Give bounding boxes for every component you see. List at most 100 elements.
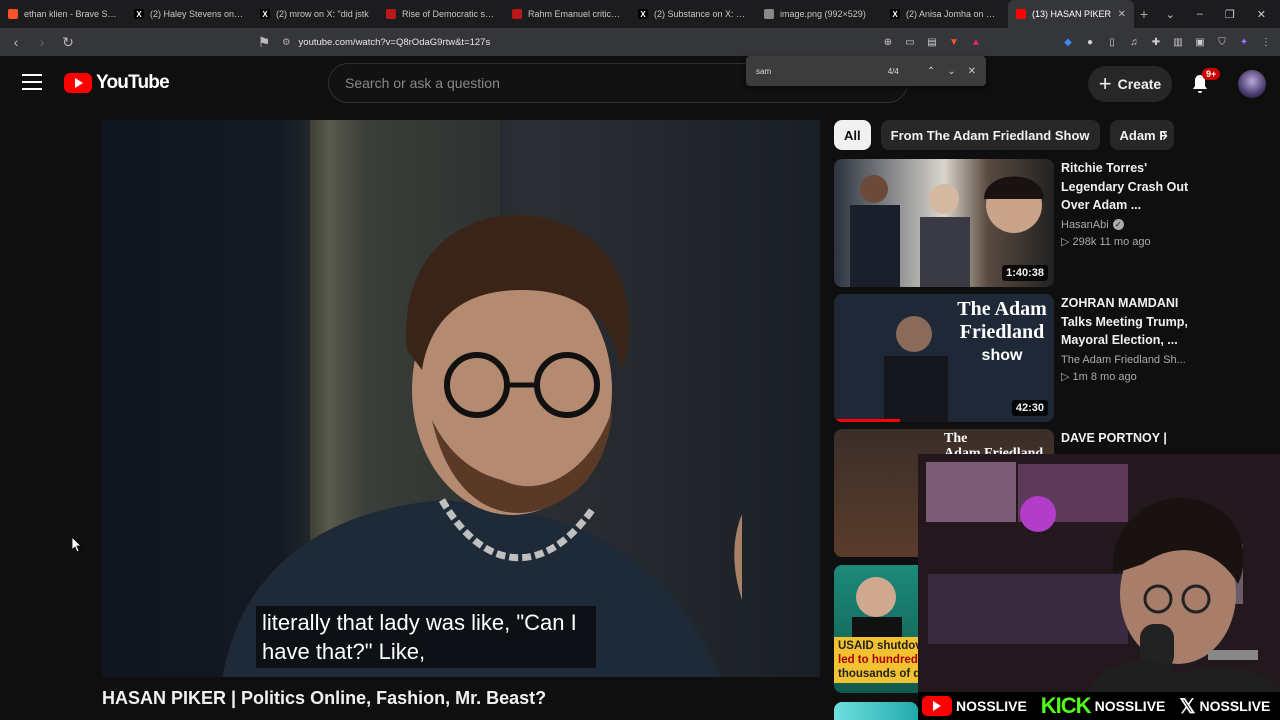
thumb-line-2: led to hundreds (838, 654, 924, 666)
find-close-icon[interactable]: ✕ (968, 66, 976, 77)
extensions-icon[interactable]: ✚ (1150, 36, 1162, 48)
video-player[interactable] (102, 120, 820, 677)
chip-from-channel[interactable]: From The Adam Friedland Show (880, 120, 1100, 150)
x-brand-icon: 𝕏 (1179, 695, 1196, 718)
back-icon[interactable]: ‹ (8, 34, 24, 50)
browser-tab[interactable]: X (2) Anisa Jomha on X: "O (882, 0, 1008, 28)
browser-tab[interactable]: X (2) Substance on X: "Dem (630, 0, 756, 28)
reader-mode-icon[interactable]: ▤ (926, 36, 938, 48)
duration-badge: 42:30 (1011, 400, 1048, 416)
forward-icon[interactable]: › (34, 34, 50, 50)
streamer-webcam-overlay: FUTURE (918, 454, 1280, 692)
recommendation-item[interactable]: 1:40:38 Ritchie Torres' Legendary Crash … (834, 159, 1194, 287)
zoom-icon[interactable]: ⊕ (882, 36, 894, 48)
sidebar-icon[interactable]: ▥ (1172, 36, 1184, 48)
browser-tab[interactable]: (13) HASAN PIKER ✕ (1008, 0, 1134, 28)
bookmark-icon[interactable]: ⚑ (256, 34, 272, 51)
chips-next-icon[interactable]: › (1152, 122, 1178, 148)
recommendation-info: DAVE PORTNOY | (1061, 429, 1196, 448)
tab-title: (13) HASAN PIKER (1032, 9, 1112, 19)
news-icon (512, 9, 522, 19)
vpn-icon[interactable]: ⛉ (1216, 36, 1228, 48)
tab-title: (2) mrow on X: "did jstk (276, 9, 369, 19)
recommendation-title[interactable]: Ritchie Torres' Legendary Crash Out Over… (1061, 159, 1196, 215)
globe-icon (764, 9, 774, 19)
tab-title: Rahm Emanuel criticizes f (528, 9, 622, 19)
tab-title: (2) Haley Stevens on X: "A (150, 9, 244, 19)
recommendation-info: Ritchie Torres' Legendary Crash Out Over… (1061, 159, 1196, 248)
tab-title: image.png (992×529) (780, 9, 866, 19)
browser-tab[interactable]: X (2) Haley Stevens on X: "A (126, 0, 252, 28)
verified-icon: ✓ (1112, 219, 1124, 230)
brave-shield-icon[interactable]: ▼ (948, 36, 960, 48)
next-recommendation-thumbnail[interactable] (834, 702, 918, 720)
close-window-icon[interactable]: ✕ (1257, 8, 1266, 21)
find-prev-icon[interactable]: ⌃ (927, 66, 935, 77)
minimize-icon[interactable]: – (1197, 8, 1203, 21)
recommendation-channel[interactable]: HasanAbi ✓ (1061, 219, 1196, 231)
x-handle: NOSSLIVE (1199, 698, 1271, 714)
plus-icon: + (1098, 71, 1112, 96)
wallet-icon[interactable]: ▣ (1194, 36, 1206, 48)
search-input[interactable] (345, 75, 745, 91)
chip-all[interactable]: All (834, 120, 871, 150)
browser-tab[interactable]: Rise of Democratic sociali (378, 0, 504, 28)
video-frame-person (222, 215, 742, 677)
address-bar: ‹ › ↻ ⚑ ⚙ youtube.com/watch?v=Q8rOdaG9rt… (0, 28, 1280, 56)
youtube-logo[interactable]: YouTube (64, 72, 170, 94)
create-label: Create (1117, 76, 1162, 92)
extension-icon-2[interactable]: ● (1084, 36, 1096, 48)
new-tab-button[interactable]: + (1134, 6, 1154, 22)
browser-tab[interactable]: image.png (992×529) (756, 0, 882, 28)
brave-rewards-icon[interactable]: ▲ (970, 36, 982, 48)
maximize-icon[interactable]: ❐ (1225, 8, 1235, 21)
find-count: 4/4 (887, 66, 899, 76)
leo-icon[interactable]: ✦ (1238, 36, 1250, 48)
recommendation-channel[interactable]: The Adam Friedland Sh... (1061, 354, 1196, 366)
account-avatar[interactable] (1238, 70, 1266, 98)
thumb-line-3: thousands of de (838, 668, 924, 680)
browser-tab[interactable]: ethan klien - Brave Search (0, 0, 126, 28)
tab-title: Rise of Democratic sociali (402, 9, 496, 19)
reload-icon[interactable]: ↻ (60, 34, 76, 51)
caption-line-1: literally that lady was like, "Can I (262, 610, 577, 635)
browser-tab-strip: ethan klien - Brave Search X (2) Haley Ste… (0, 0, 1280, 28)
recommendation-title[interactable]: DAVE PORTNOY | (1061, 429, 1196, 448)
thumb-line-1: USAID shutdov (838, 640, 922, 652)
guide-menu-icon[interactable] (22, 74, 42, 90)
recommendation-thumbnail[interactable]: The Adam Friedland show 42:30 (834, 294, 1054, 422)
kick-logo: KICK (1040, 693, 1092, 718)
notifications-button[interactable]: 9+ (1188, 68, 1221, 96)
webcam-scene: FUTURE (918, 454, 1280, 692)
news-icon (386, 9, 396, 19)
find-input[interactable]: sam (756, 67, 888, 76)
logo-text: YouTube (96, 72, 170, 93)
x-icon: X (638, 9, 648, 19)
browser-tab[interactable]: X (2) mrow on X: "did jstk (252, 0, 378, 28)
close-tab-icon[interactable]: ✕ (1118, 9, 1126, 20)
views-play-icon: ▷ (1061, 370, 1070, 383)
views-age: 298k 11 mo ago (1072, 235, 1151, 248)
find-next-icon[interactable]: ⌄ (947, 66, 955, 77)
url-field[interactable]: ⚙ youtube.com/watch?v=Q8rOdaG9rtw&t=127s (282, 37, 872, 48)
menu-icon[interactable]: ⋮ (1260, 36, 1272, 48)
recommendation-meta: ▷ 298k 11 mo ago (1061, 235, 1196, 248)
mouse-cursor-icon (72, 537, 82, 553)
recommendation-thumbnail[interactable]: 1:40:38 (834, 159, 1054, 287)
recommendation-item[interactable]: The Adam Friedland show 42:30 ZOHRAN MAM… (834, 294, 1194, 422)
window-controls: ⌄ – ❐ ✕ (1166, 8, 1280, 21)
tab-search-icon[interactable]: ⌄ (1166, 8, 1175, 21)
extension-icon-3[interactable]: ▯ (1106, 36, 1118, 48)
music-icon[interactable]: ♫ (1128, 36, 1140, 48)
site-info-icon[interactable]: ⚙ (282, 37, 291, 48)
views-age: 1m 8 mo ago (1072, 370, 1137, 383)
recommendation-title[interactable]: ZOHRAN MAMDANI Talks Meeting Trump, Mayo… (1061, 294, 1196, 350)
streamer-brand-bar: NOSSLIVE KICK NOSSLIVE 𝕏 NOSSLIVE (918, 692, 1280, 720)
extension-icon-1[interactable]: ◆ (1062, 36, 1074, 48)
cast-icon[interactable]: ▭ (904, 36, 916, 48)
channel-name: The Adam Friedland Sh... (1061, 353, 1186, 366)
create-button[interactable]: + Create (1088, 66, 1172, 102)
browser-tab[interactable]: Rahm Emanuel criticizes f (504, 0, 630, 28)
video-captions: literally that lady was like, "Can I hav… (256, 606, 596, 668)
url-text: youtube.com/watch?v=Q8rOdaG9rtw&t=127s (298, 36, 491, 48)
